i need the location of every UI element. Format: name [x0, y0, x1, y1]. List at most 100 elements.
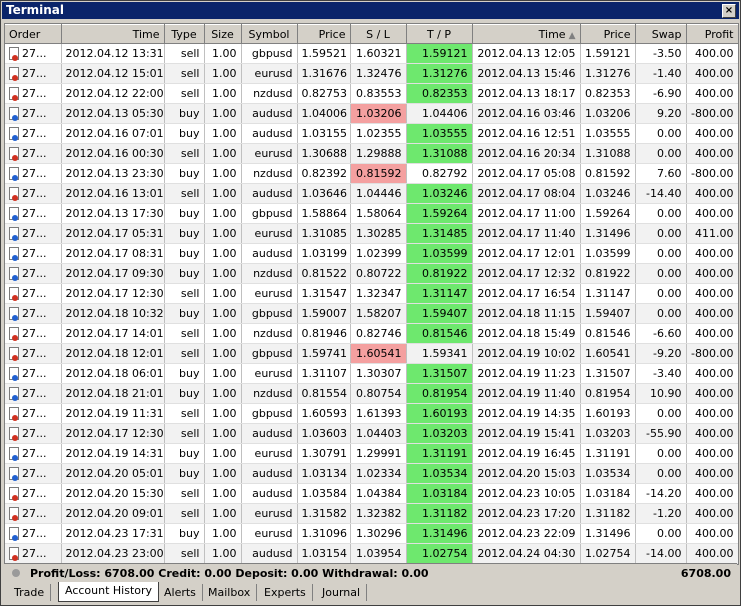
- size-cell: 1.00: [204, 283, 242, 304]
- col-tp[interactable]: T / P: [406, 24, 473, 44]
- table-row[interactable]: 27... 2012.04.18 12:01 sell 1.00 gbpusd 1.597…: [5, 343, 738, 364]
- close-price-cell: 0.82353: [580, 83, 636, 104]
- col-type[interactable]: Type: [164, 24, 205, 44]
- status-bar: Profit/Loss: 6708.00 Credit: 0.00 Deposi…: [4, 563, 737, 583]
- sl-cell: 1.30285: [350, 223, 407, 244]
- profit-cell: 400.00: [686, 443, 738, 464]
- tp-cell: 1.03534: [406, 463, 473, 484]
- size-cell: 1.00: [204, 243, 242, 264]
- order-cell: 27...: [5, 243, 62, 264]
- order-cell: 27...: [5, 483, 62, 504]
- table-row[interactable]: 27... 2012.04.20 09:01 sell 1.00 eurusd 1.315…: [5, 503, 738, 524]
- table-row[interactable]: 27... 2012.04.19 14:31 buy 1.00 eurusd 1.3079…: [5, 443, 738, 464]
- close-time-cell: 2012.04.17 12:01: [472, 243, 581, 264]
- col-close-time[interactable]: Time ▲: [472, 24, 581, 44]
- order-number: 27...: [22, 487, 47, 500]
- symbol-cell: nzdusd: [241, 83, 298, 104]
- sl-cell: 0.80722: [350, 263, 407, 284]
- table-row[interactable]: 27... 2012.04.20 15:30 sell 1.00 audusd 1.035…: [5, 483, 738, 504]
- col-price[interactable]: Price: [297, 24, 351, 44]
- table-row[interactable]: 27... 2012.04.17 09:30 buy 1.00 nzdusd 0.8152…: [5, 263, 738, 284]
- tab-account-history[interactable]: Account History: [58, 582, 160, 602]
- open-price-cell: 1.03134: [297, 463, 351, 484]
- col-swap[interactable]: Swap: [635, 24, 687, 44]
- table-row[interactable]: 27... 2012.04.17 12:30 sell 1.00 audusd 1.036…: [5, 423, 738, 444]
- open-price-cell: 0.81554: [297, 383, 351, 404]
- profit-cell: 400.00: [686, 423, 738, 444]
- type-cell: sell: [164, 83, 205, 104]
- table-row[interactable]: 27... 2012.04.12 22:00 sell 1.00 nzdusd 0.827…: [5, 83, 738, 104]
- close-price-cell: 1.03599: [580, 243, 636, 264]
- tab-mailbox[interactable]: Mailbox: [202, 584, 258, 601]
- tp-cell: 0.82792: [406, 163, 473, 184]
- open-time-cell: 2012.04.20 09:01: [61, 503, 165, 524]
- symbol-cell: eurusd: [241, 503, 298, 524]
- close-button[interactable]: ×: [722, 4, 736, 18]
- table-row[interactable]: 27... 2012.04.13 05:30 buy 1.00 audusd 1.0400…: [5, 103, 738, 124]
- col-close-price[interactable]: Price: [580, 24, 636, 44]
- sl-cell: 1.02334: [350, 463, 407, 484]
- open-time-cell: 2012.04.23 23:00: [61, 543, 165, 564]
- col-profit[interactable]: Profit: [686, 24, 738, 44]
- order-cell: 27...: [5, 443, 62, 464]
- open-time-cell: 2012.04.13 17:30: [61, 203, 165, 224]
- sl-cell: 1.60321: [350, 43, 407, 64]
- col-order[interactable]: Order: [5, 24, 62, 44]
- type-cell: sell: [164, 143, 205, 164]
- close-time-cell: 2012.04.23 22:09: [472, 523, 581, 544]
- table-row[interactable]: 27... 2012.04.23 23:00 sell 1.00 audusd 1.031…: [5, 543, 738, 564]
- table-row[interactable]: 27... 2012.04.16 07:01 buy 1.00 audusd 1.0315…: [5, 123, 738, 144]
- table-row[interactable]: 27... 2012.04.23 17:31 buy 1.00 eurusd 1.3109…: [5, 523, 738, 544]
- order-number: 27...: [22, 247, 47, 260]
- open-time-cell: 2012.04.12 15:01: [61, 63, 165, 84]
- tab-alerts[interactable]: Alerts: [158, 584, 203, 601]
- table-row[interactable]: 27... 2012.04.16 13:01 sell 1.00 audusd 1.036…: [5, 183, 738, 204]
- tab-experts[interactable]: Experts: [258, 584, 313, 601]
- order-cell: 27...: [5, 463, 62, 484]
- buy-order-icon: [9, 467, 19, 481]
- col-symbol[interactable]: Symbol: [241, 24, 298, 44]
- col-open-time[interactable]: Time: [61, 24, 165, 44]
- open-time-cell: 2012.04.18 10:32: [61, 303, 165, 324]
- open-price-cell: 1.30791: [297, 443, 351, 464]
- open-price-cell: 0.81946: [297, 323, 351, 344]
- table-row[interactable]: 27... 2012.04.17 08:31 buy 1.00 audusd 1.0319…: [5, 243, 738, 264]
- table-row[interactable]: 27... 2012.04.19 11:31 sell 1.00 gbpusd 1.605…: [5, 403, 738, 424]
- table-row[interactable]: 27... 2012.04.17 12:30 sell 1.00 eurusd 1.315…: [5, 283, 738, 304]
- symbol-cell: eurusd: [241, 523, 298, 544]
- table-row[interactable]: 27... 2012.04.20 05:01 buy 1.00 audusd 1.0313…: [5, 463, 738, 484]
- sl-cell: 1.32347: [350, 283, 407, 304]
- tab-trade[interactable]: Trade: [8, 584, 52, 601]
- open-price-cell: 1.31547: [297, 283, 351, 304]
- open-price-cell: 1.03646: [297, 183, 351, 204]
- table-row[interactable]: 27... 2012.04.18 10:32 buy 1.00 gbpusd 1.5900…: [5, 303, 738, 324]
- close-price-cell: 0.81922: [580, 263, 636, 284]
- order-cell: 27...: [5, 163, 62, 184]
- table-row[interactable]: 27... 2012.04.18 06:01 buy 1.00 eurusd 1.3110…: [5, 363, 738, 384]
- order-number: 27...: [22, 307, 47, 320]
- order-cell: 27...: [5, 323, 62, 344]
- col-size[interactable]: Size: [204, 24, 242, 44]
- tab-journal[interactable]: Journal: [316, 584, 368, 601]
- table-row[interactable]: 27... 2012.04.16 00:30 sell 1.00 eurusd 1.306…: [5, 143, 738, 164]
- close-price-cell: 1.03203: [580, 423, 636, 444]
- order-number: 27...: [22, 67, 47, 80]
- close-time-cell: 2012.04.17 08:04: [472, 183, 581, 204]
- table-row[interactable]: 27... 2012.04.12 13:31 sell 1.00 gbpusd 1.595…: [5, 43, 738, 64]
- table-row[interactable]: 27... 2012.04.13 17:30 buy 1.00 gbpusd 1.5886…: [5, 203, 738, 224]
- table-row[interactable]: 27... 2012.04.12 15:01 sell 1.00 eurusd 1.316…: [5, 63, 738, 84]
- open-time-cell: 2012.04.18 06:01: [61, 363, 165, 384]
- size-cell: 1.00: [204, 43, 242, 64]
- table-row[interactable]: 27... 2012.04.17 14:01 sell 1.00 nzdusd 0.819…: [5, 323, 738, 344]
- table-row[interactable]: 27... 2012.04.18 21:01 buy 1.00 nzdusd 0.8155…: [5, 383, 738, 404]
- sell-order-icon: [9, 187, 19, 201]
- order-number: 27...: [22, 387, 47, 400]
- history-grid: Order Time Type Size Symbol Price S / L …: [4, 23, 739, 565]
- close-time-cell: 2012.04.16 12:51: [472, 123, 581, 144]
- col-sl[interactable]: S / L: [350, 24, 407, 44]
- table-row[interactable]: 27... 2012.04.13 23:30 buy 1.00 nzdusd 0.8239…: [5, 163, 738, 184]
- close-time-cell: 2012.04.19 10:02: [472, 343, 581, 364]
- open-time-cell: 2012.04.16 07:01: [61, 123, 165, 144]
- tp-cell: 1.03555: [406, 123, 473, 144]
- table-row[interactable]: 27... 2012.04.17 05:31 buy 1.00 eurusd 1.3108…: [5, 223, 738, 244]
